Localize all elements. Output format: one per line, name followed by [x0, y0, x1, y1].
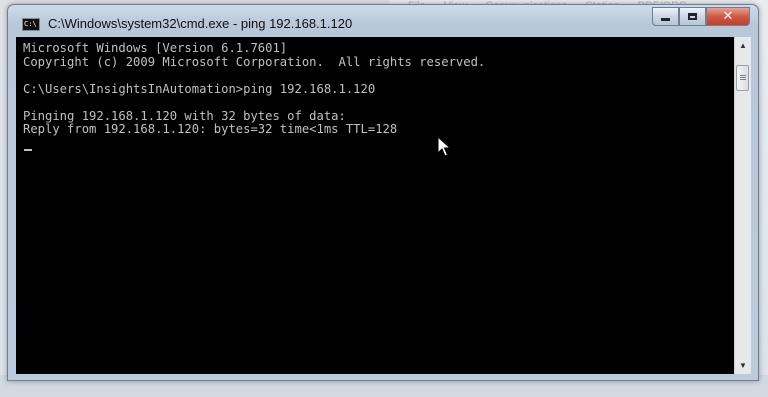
grip-line	[740, 75, 746, 76]
close-icon: ✕	[722, 9, 734, 24]
console-text: Microsoft Windows [Version 6.1.7601] Cop…	[16, 37, 734, 137]
console-line: C:\Users\InsightsInAutomation>ping 192.1…	[23, 81, 376, 96]
minimize-button[interactable]	[652, 7, 679, 26]
console-line: Reply from 192.168.1.120: bytes=32 time<…	[23, 122, 398, 136]
scroll-up-arrow-icon[interactable]: ▲	[735, 37, 751, 54]
vertical-scrollbar[interactable]: ▲ ▼	[734, 37, 751, 374]
grip-line	[740, 79, 746, 80]
maximize-button[interactable]	[679, 7, 706, 26]
console-line: Copyright (c) 2009 Microsoft Corporation…	[23, 54, 486, 69]
text-cursor	[24, 149, 32, 151]
title-bar[interactable]: C:\ C:\Windows\system32\cmd.exe - ping 1…	[8, 5, 758, 37]
cmd-window[interactable]: C:\ C:\Windows\system32\cmd.exe - ping 1…	[7, 4, 759, 381]
close-button[interactable]: ✕	[706, 7, 750, 26]
maximize-icon	[688, 13, 697, 20]
grip-line	[740, 77, 746, 78]
console-line: Microsoft Windows [Version 6.1.7601]	[23, 41, 288, 55]
scroll-down-arrow-icon[interactable]: ▼	[735, 357, 751, 374]
scrollbar-thumb[interactable]	[736, 65, 749, 91]
minimize-icon	[661, 18, 670, 21]
console-output[interactable]: Microsoft Windows [Version 6.1.7601] Cop…	[16, 37, 734, 374]
console-line: Pinging 192.168.1.120 with 32 bytes of d…	[23, 108, 346, 123]
window-title: C:\Windows\system32\cmd.exe - ping 192.1…	[48, 16, 353, 31]
caption-buttons: ✕	[652, 7, 750, 26]
mouse-pointer-icon	[437, 136, 451, 157]
cmd-app-icon[interactable]: C:\	[22, 18, 40, 31]
